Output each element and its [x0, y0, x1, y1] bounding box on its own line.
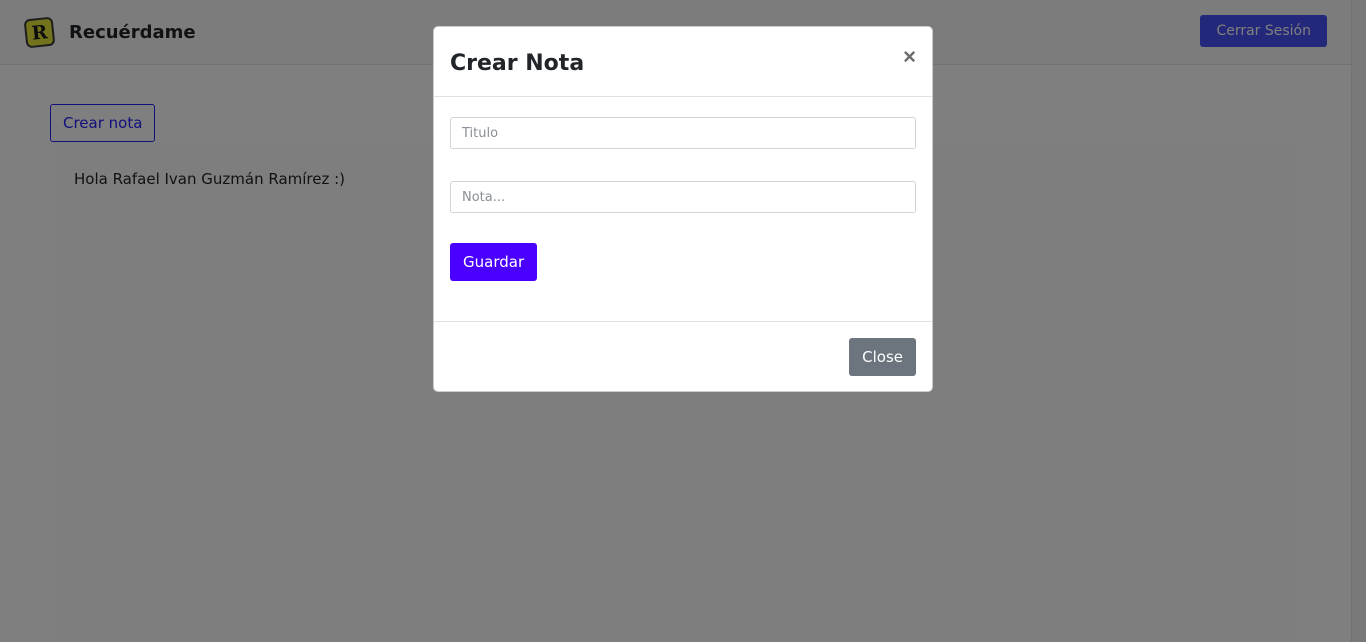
close-button[interactable]: Close [849, 337, 916, 376]
save-button[interactable]: Guardar [450, 243, 538, 281]
title-input[interactable] [450, 117, 916, 149]
modal-footer: Close [434, 322, 932, 391]
modal-header: Crear Nota × [434, 27, 932, 97]
create-note-modal: Crear Nota × Guardar Close [433, 26, 933, 392]
note-input[interactable] [450, 181, 916, 213]
modal-title: Crear Nota [450, 51, 585, 76]
modal-body: Guardar [434, 97, 932, 322]
close-icon[interactable]: × [903, 45, 916, 68]
